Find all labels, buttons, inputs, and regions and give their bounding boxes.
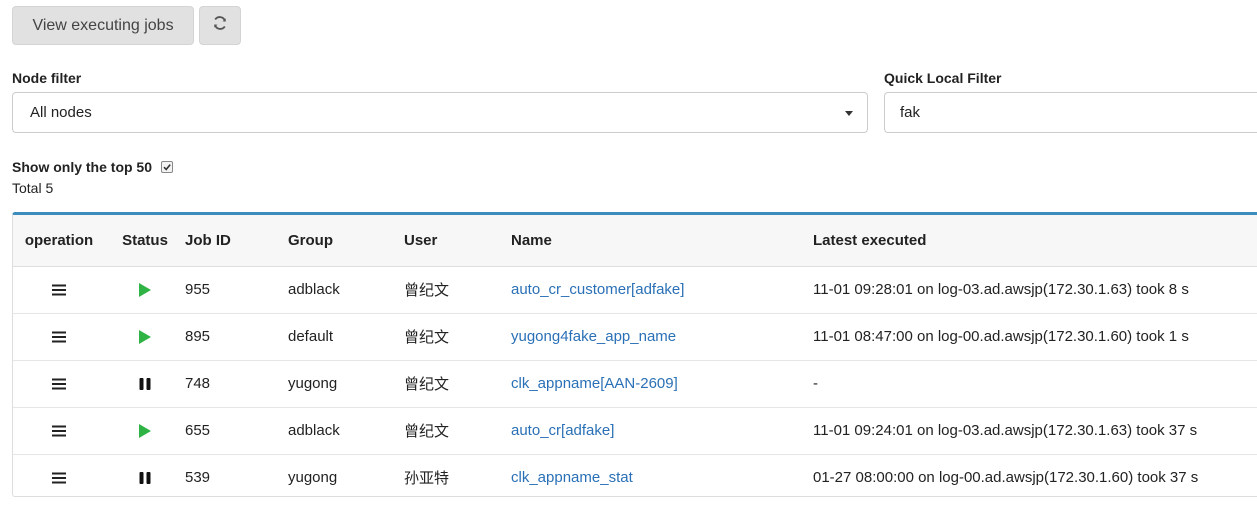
- latest-executed-cell: 01-27 08:00:00 on log-00.ad.awsjp(172.30…: [813, 469, 1199, 486]
- table-row: 655 adblack 曾纪文 auto_cr[adfake] 11-01 09:24:…: [13, 407, 1257, 455]
- col-latest: Latest executed: [813, 215, 1257, 267]
- node-filter-label: Node filter: [12, 70, 82, 86]
- group-cell: yugong: [288, 360, 404, 408]
- menu-icon[interactable]: [52, 328, 66, 345]
- user-cell: 曾纪文: [404, 266, 511, 314]
- col-name: Name: [511, 215, 813, 267]
- node-filter-value: All nodes: [30, 104, 92, 121]
- job-name-link[interactable]: auto_cr_customer[adfake]: [511, 281, 684, 298]
- user-cell: 曾纪文: [404, 407, 511, 455]
- total-count: Total 5: [12, 180, 54, 196]
- table-header-row: operation Status Job ID Group User Name …: [13, 215, 1257, 267]
- job-id-cell: 539: [185, 469, 211, 486]
- table-row: 955 adblack 曾纪文 auto_cr_customer[adfake] 11-…: [13, 266, 1257, 314]
- latest-executed-cell: 11-01 08:47:00 on log-00.ad.awsjp(172.30…: [813, 313, 1257, 361]
- view-executing-jobs-button[interactable]: View executing jobs: [12, 6, 194, 45]
- job-id-cell: 655: [185, 407, 288, 455]
- job-id-cell: 955: [185, 266, 288, 314]
- table-row: 539 yugong 孙亚特 clk_appname_stat 01-27 08:00:…: [13, 454, 1257, 501]
- latest-executed-cell: -: [813, 360, 1257, 408]
- menu-icon[interactable]: [52, 375, 66, 392]
- col-job-id: Job ID: [185, 215, 288, 267]
- group-cell: adblack: [288, 266, 404, 314]
- col-status: Status: [105, 215, 185, 267]
- job-name-link[interactable]: yugong4fake_app_name: [511, 328, 676, 345]
- checkmark-icon: [163, 164, 171, 171]
- menu-icon[interactable]: [52, 422, 66, 439]
- play-icon[interactable]: [138, 422, 152, 439]
- col-user: User: [404, 215, 511, 267]
- user-cell: 曾纪文: [404, 360, 511, 408]
- jobs-table: operation Status Job ID Group User Name …: [12, 212, 1257, 497]
- job-id-cell: 748: [185, 360, 288, 408]
- col-operation: operation: [13, 215, 105, 267]
- menu-icon[interactable]: [52, 469, 66, 486]
- job-name-link[interactable]: auto_cr[adfake]: [511, 422, 614, 439]
- show-top-label: Show only the top 50: [12, 159, 153, 175]
- refresh-button[interactable]: [199, 6, 241, 45]
- pause-icon[interactable]: [138, 375, 152, 392]
- user-cell: 孙亚特: [404, 470, 450, 487]
- table-row: 895 default 曾纪文 yugong4fake_app_name 11-01 0…: [13, 313, 1257, 361]
- pause-icon[interactable]: [138, 469, 152, 486]
- group-cell: yugong: [288, 469, 338, 486]
- node-filter-select[interactable]: All nodes: [12, 92, 868, 133]
- play-icon[interactable]: [138, 281, 152, 298]
- menu-icon[interactable]: [52, 281, 66, 298]
- play-icon[interactable]: [138, 328, 152, 345]
- job-id-cell: 895: [185, 313, 288, 361]
- group-cell: default: [288, 313, 404, 361]
- table-row: 748 yugong 曾纪文 clk_appname[AAN-2609] -: [13, 360, 1257, 408]
- user-cell: 曾纪文: [404, 313, 511, 361]
- latest-executed-cell: 11-01 09:24:01 on log-03.ad.awsjp(172.30…: [813, 407, 1257, 455]
- job-name-link[interactable]: clk_appname[AAN-2609]: [511, 375, 678, 392]
- quick-filter-input[interactable]: [900, 104, 1240, 121]
- quick-filter-field[interactable]: [884, 92, 1257, 133]
- quick-filter-label: Quick Local Filter: [884, 70, 1002, 86]
- chevron-down-icon: [845, 111, 853, 116]
- group-cell: adblack: [288, 407, 404, 455]
- refresh-icon: [212, 15, 228, 36]
- show-top-checkbox[interactable]: [161, 161, 173, 173]
- job-name-link[interactable]: clk_appname_stat: [511, 469, 633, 486]
- latest-executed-cell: 11-01 09:28:01 on log-03.ad.awsjp(172.30…: [813, 266, 1257, 314]
- col-group: Group: [288, 215, 404, 267]
